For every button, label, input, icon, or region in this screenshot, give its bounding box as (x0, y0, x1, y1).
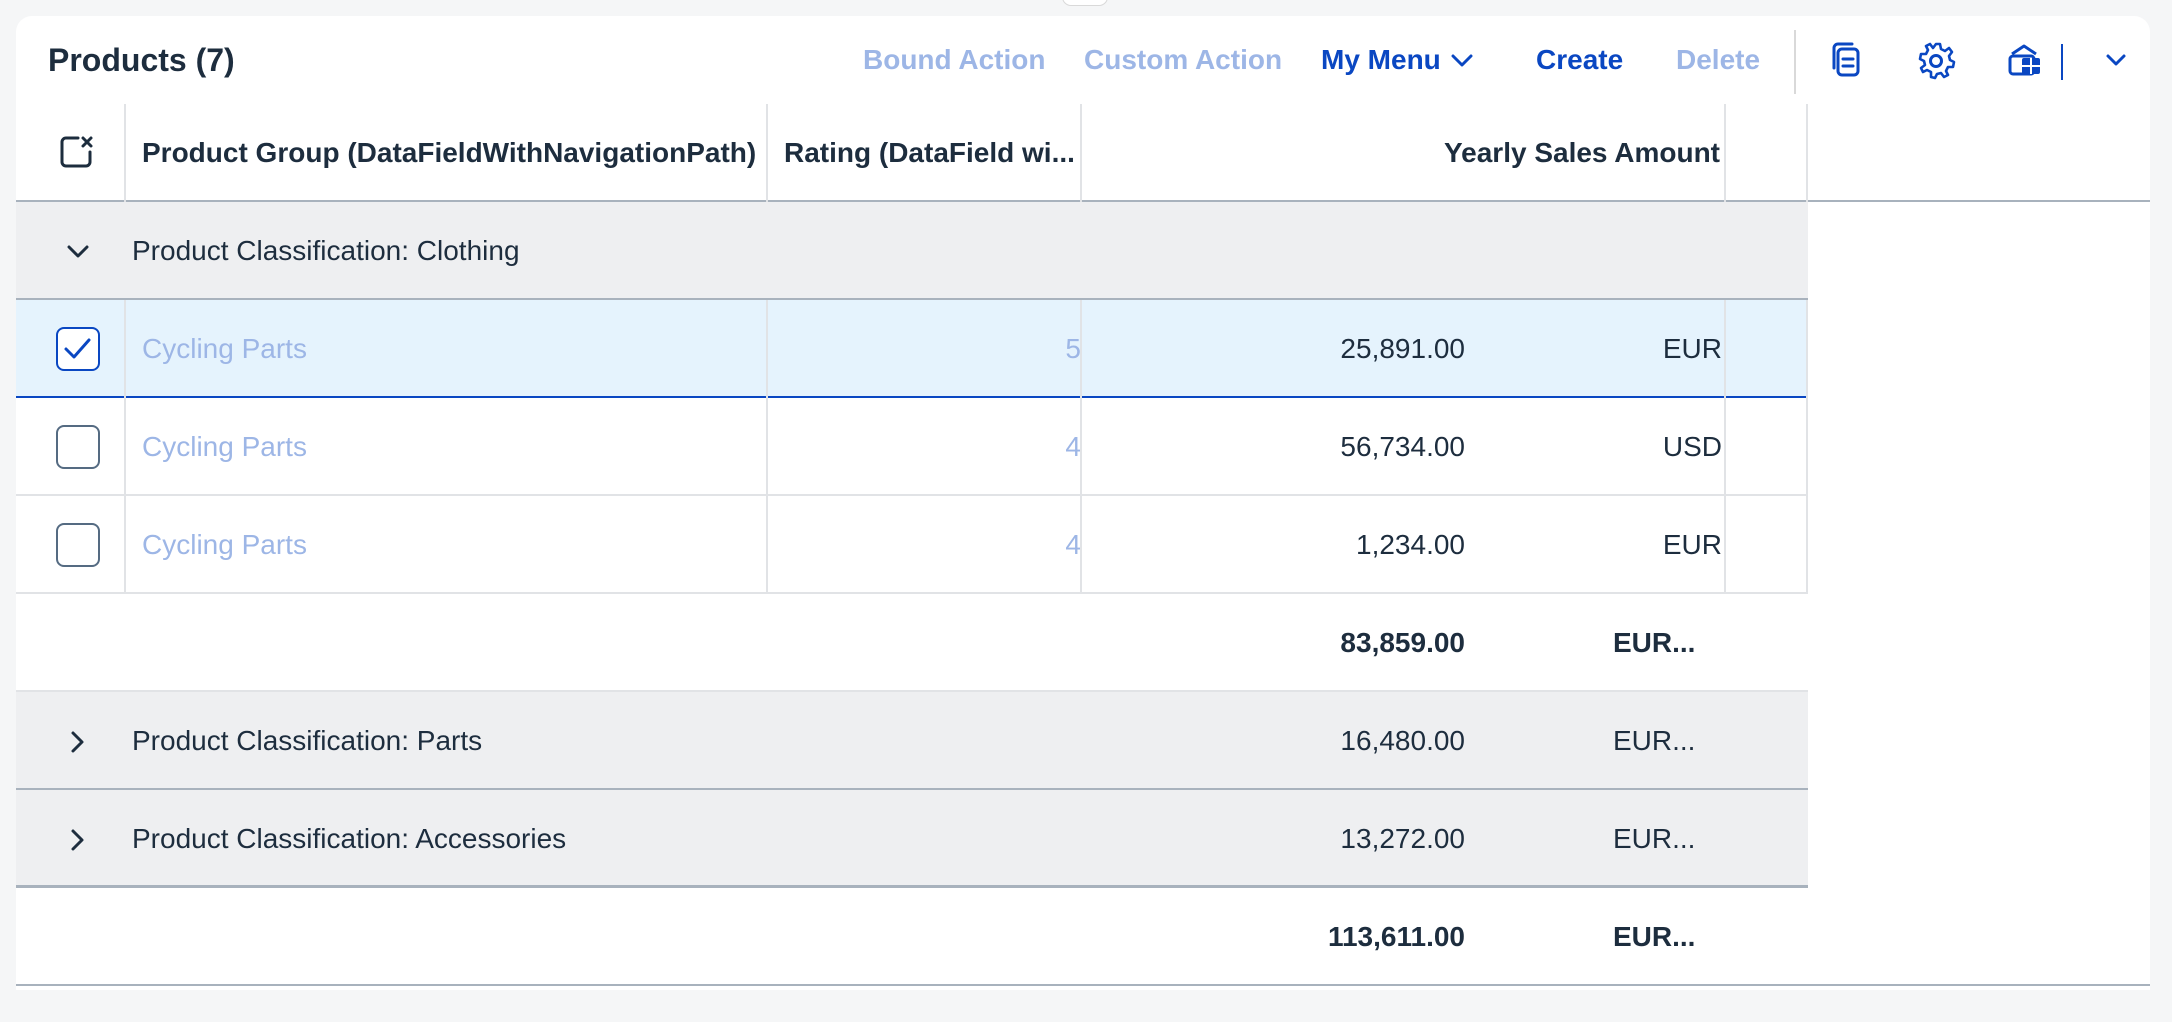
table-row[interactable]: Cycling Parts 5 25,891.00 EUR (16, 300, 1808, 398)
rating-value: 5 (1065, 333, 1081, 364)
column-divider (1724, 104, 1726, 202)
column-divider (124, 104, 126, 202)
group-row-clothing[interactable]: Product Classification: Clothing (16, 202, 1808, 300)
sales-currency: EUR (1662, 333, 1722, 364)
table-row[interactable]: Cycling Parts 4 56,734.00 USD (16, 398, 1808, 496)
column-divider (1080, 104, 1082, 202)
custom-action-button[interactable]: Custom Action (1084, 16, 1282, 104)
table-title: Products (7) (48, 42, 235, 78)
product-group-link[interactable]: Cycling Parts (142, 300, 307, 398)
table-row[interactable]: Cycling Parts 4 1,234.00 EUR (16, 496, 1808, 594)
column-header-product-group[interactable]: Product Group (DataFieldWithNavigationPa… (142, 104, 756, 202)
product-group-link[interactable]: Cycling Parts (142, 398, 307, 496)
column-divider (1806, 300, 1808, 594)
product-group-link[interactable]: Cycling Parts (142, 496, 307, 594)
column-divider (766, 300, 768, 594)
grand-total-row: 113,611.00 EUR... (16, 888, 2150, 986)
column-divider (124, 300, 126, 594)
products-table-card: Products (7) Bound Action Custom Action … (16, 16, 2150, 990)
create-button[interactable]: Create (1536, 16, 1623, 104)
group-amount: 16,480.00 (1340, 725, 1465, 756)
grand-total-amount: 113,611.00 (1327, 921, 1465, 952)
export-split-separator (2061, 44, 2063, 80)
toolbar-separator (1794, 30, 1796, 94)
column-header-rating[interactable]: Rating (DataField wi... (784, 104, 1075, 202)
column-divider (766, 104, 768, 202)
rating-value: 4 (1065, 431, 1081, 462)
my-menu-label: My Menu (1321, 44, 1441, 75)
chevron-right-icon[interactable] (66, 828, 90, 852)
bound-action-button[interactable]: Bound Action (863, 16, 1045, 104)
sales-currency: EUR (1662, 529, 1722, 560)
chevron-right-icon[interactable] (66, 730, 90, 754)
my-menu-button[interactable]: My Menu (1321, 16, 1473, 104)
sales-amount: 56,734.00 (1340, 431, 1465, 462)
group-label: Product Classification: Parts (132, 725, 483, 756)
group-label: Product Classification: Clothing (132, 235, 520, 266)
table-header-row: Product Group (DataFieldWithNavigationPa… (16, 104, 2150, 202)
column-divider (1724, 300, 1726, 594)
export-menu-chevron-down-icon[interactable] (2096, 40, 2136, 80)
sales-amount: 1,234.00 (1356, 529, 1465, 560)
column-divider (1806, 104, 1808, 202)
column-divider (1080, 300, 1082, 594)
copy-icon[interactable] (1828, 40, 1868, 80)
group-row-parts[interactable]: Product Classification: Parts 16,480.00 … (16, 692, 1808, 790)
subtotal-amount: 83,859.00 (1340, 627, 1465, 658)
drag-handle[interactable] (1062, 0, 1108, 6)
group-currency: EUR... (1613, 725, 1696, 756)
row-checkbox[interactable] (56, 523, 100, 567)
row-checkbox[interactable] (56, 425, 100, 469)
row-checkbox[interactable] (56, 327, 100, 371)
sales-amount: 25,891.00 (1340, 333, 1465, 364)
group-label: Product Classification: Accessories (132, 823, 567, 854)
chevron-down-icon[interactable] (66, 240, 90, 264)
delete-button[interactable]: Delete (1676, 16, 1760, 104)
grand-total-currency: EUR... (1613, 921, 1696, 952)
column-header-yearly-sales[interactable]: Yearly Sales Amount (1444, 104, 1720, 202)
group-row-accessories[interactable]: Product Classification: Accessories 13,2… (16, 790, 1808, 888)
group-amount: 13,272.00 (1340, 823, 1465, 854)
select-all-cell[interactable] (16, 104, 124, 202)
group-subtotal-row: 83,859.00 EUR... (16, 594, 1808, 692)
chevron-down-icon (1451, 16, 1473, 103)
table-toolbar: Products (7) Bound Action Custom Action … (16, 16, 2150, 104)
export-spreadsheet-icon[interactable] (2004, 40, 2044, 80)
gear-icon[interactable] (1916, 40, 1956, 80)
clear-selection-icon[interactable] (58, 134, 94, 170)
group-currency: EUR... (1613, 823, 1696, 854)
sales-currency: USD (1662, 431, 1722, 462)
subtotal-currency: EUR... (1613, 627, 1696, 658)
rating-value: 4 (1065, 529, 1081, 560)
